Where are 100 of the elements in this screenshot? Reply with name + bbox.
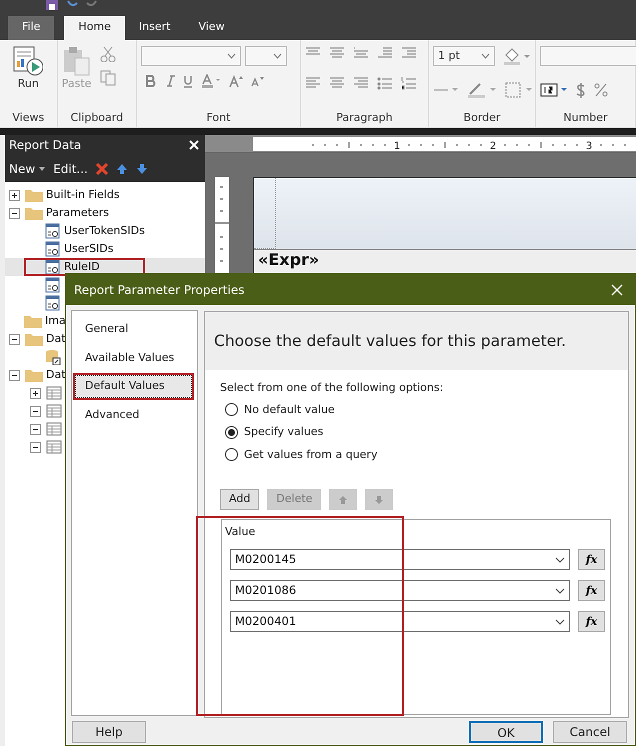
borders-icon[interactable] bbox=[505, 82, 533, 98]
radio-option[interactable]: Get values from a query bbox=[225, 446, 628, 463]
move-up-icon[interactable] bbox=[116, 162, 128, 174]
panel-title: Report Data bbox=[9, 137, 82, 154]
value-combo-box[interactable]: M0200401 bbox=[230, 611, 570, 632]
number-format-field[interactable] bbox=[540, 46, 636, 66]
shrink-font-icon[interactable] bbox=[251, 76, 264, 86]
currency-icon[interactable] bbox=[576, 82, 586, 98]
font-color-icon[interactable] bbox=[201, 74, 222, 88]
folder-icon bbox=[25, 332, 43, 346]
line-color-icon[interactable] bbox=[467, 82, 497, 98]
table-icon bbox=[46, 386, 62, 400]
align-center-icon[interactable] bbox=[328, 76, 345, 90]
text-box-outline bbox=[254, 178, 276, 249]
collapse-icon[interactable] bbox=[30, 424, 41, 434]
expand-icon[interactable] bbox=[30, 388, 41, 398]
expand-icon[interactable] bbox=[9, 190, 20, 200]
nav-item[interactable]: Available Values bbox=[75, 346, 192, 369]
folder-icon bbox=[25, 206, 43, 220]
increase-indent-icon[interactable] bbox=[400, 46, 417, 60]
add-button[interactable]: Add bbox=[220, 489, 260, 510]
file-menu-button[interactable]: File bbox=[8, 16, 54, 40]
expression-field: «Expr» bbox=[254, 250, 636, 269]
radio-option[interactable]: No default value bbox=[225, 402, 628, 418]
parameter-icon bbox=[45, 295, 61, 311]
redo-icon[interactable] bbox=[86, 0, 98, 8]
caret-icon bbox=[39, 166, 46, 170]
ok-button[interactable]: OK bbox=[469, 721, 543, 743]
run-button[interactable]: Run bbox=[13, 46, 44, 92]
align-middle-icon[interactable] bbox=[328, 46, 345, 60]
column-header: Value bbox=[224, 524, 256, 540]
tree-item[interactable]: UserTokenSIDs bbox=[5, 222, 145, 240]
decrease-indent-icon[interactable] bbox=[376, 46, 393, 60]
move-down-icon[interactable] bbox=[136, 162, 148, 174]
cancel-button[interactable]: Cancel bbox=[553, 721, 627, 743]
ruler: 1 2 3 bbox=[253, 137, 636, 151]
edit-button[interactable]: Edit... bbox=[53, 160, 88, 178]
ribbon-tab[interactable]: View bbox=[184, 16, 239, 40]
radio-option[interactable]: Specify values bbox=[225, 424, 628, 440]
ribbon-tab[interactable]: Home bbox=[64, 16, 125, 40]
ribbon-group-label: Font bbox=[205, 110, 232, 126]
chevron-down-icon bbox=[227, 53, 236, 59]
parameter-icon bbox=[45, 277, 61, 293]
collapse-icon[interactable] bbox=[9, 208, 20, 218]
delete-icon[interactable] bbox=[96, 162, 108, 174]
copy-icon[interactable] bbox=[100, 70, 116, 86]
value-combo-box[interactable]: M0200145 bbox=[230, 549, 570, 570]
tree-item[interactable]: UserSIDs bbox=[5, 240, 114, 258]
align-left-icon[interactable] bbox=[304, 76, 321, 90]
folder-icon bbox=[25, 368, 43, 382]
expression-button[interactable]: fx bbox=[578, 611, 605, 632]
number-format-icon[interactable] bbox=[540, 83, 568, 97]
prompt-text: Select from one of the following options: bbox=[220, 380, 444, 396]
align-right-icon[interactable] bbox=[352, 76, 369, 90]
cut-icon[interactable] bbox=[100, 46, 116, 62]
underline-icon[interactable] bbox=[183, 74, 194, 88]
save-icon[interactable] bbox=[46, 0, 58, 10]
tree-item[interactable]: Built-in Fields bbox=[5, 186, 120, 204]
parameter-icon bbox=[45, 223, 61, 239]
tree-item[interactable]: Dat bbox=[5, 330, 66, 348]
close-button[interactable] bbox=[189, 140, 199, 150]
value-combo-box[interactable]: M0201086 bbox=[230, 580, 570, 601]
expression-button[interactable]: fx bbox=[578, 549, 605, 570]
tree-item[interactable]: Dat bbox=[5, 366, 66, 384]
folder-icon bbox=[25, 188, 43, 202]
bullet-list-icon[interactable] bbox=[376, 76, 393, 90]
collapse-icon[interactable] bbox=[9, 370, 20, 380]
percent-icon[interactable] bbox=[594, 83, 608, 97]
tree-item[interactable]: Parameters bbox=[5, 204, 109, 222]
italic-icon[interactable] bbox=[165, 75, 176, 87]
grow-font-icon[interactable] bbox=[229, 74, 244, 88]
bold-icon[interactable] bbox=[145, 75, 158, 87]
table-icon bbox=[46, 440, 62, 454]
nav-item[interactable]: General bbox=[75, 318, 192, 340]
parameter-icon bbox=[45, 241, 61, 257]
dialog-title: Report Parameter Properties bbox=[74, 282, 244, 298]
tree-item[interactable]: Ima bbox=[5, 312, 66, 330]
help-button[interactable]: Help bbox=[72, 721, 146, 743]
folder-icon bbox=[24, 314, 42, 328]
fill-color-icon[interactable] bbox=[503, 47, 531, 65]
collapse-icon[interactable] bbox=[30, 442, 41, 452]
numbered-list-icon[interactable] bbox=[400, 76, 417, 90]
new-menu-button[interactable]: New bbox=[9, 160, 46, 178]
ribbon-group-label: Number bbox=[562, 110, 609, 126]
arrow-up-icon bbox=[338, 494, 348, 504]
nav-item[interactable]: Default Values bbox=[75, 375, 192, 398]
ribbon-group-label: Paragraph bbox=[335, 110, 394, 126]
undo-icon[interactable] bbox=[66, 0, 78, 8]
parameter-icon bbox=[45, 259, 61, 275]
collapse-icon[interactable] bbox=[9, 334, 20, 344]
ribbon-tab[interactable]: Insert bbox=[124, 16, 184, 40]
ribbon-group-label: Views bbox=[11, 110, 46, 126]
expression-button[interactable]: fx bbox=[578, 580, 605, 601]
collapse-icon[interactable] bbox=[30, 406, 41, 416]
border-width-dropdown[interactable]: 1 pt bbox=[433, 46, 495, 66]
ribbon-group-label: Clipboard bbox=[70, 110, 124, 126]
chevron-down-icon bbox=[273, 53, 282, 59]
section-heading: Choose the default values for this parameter. bbox=[205, 312, 628, 370]
table-icon bbox=[46, 422, 62, 436]
nav-item[interactable]: Advanced bbox=[75, 404, 192, 426]
